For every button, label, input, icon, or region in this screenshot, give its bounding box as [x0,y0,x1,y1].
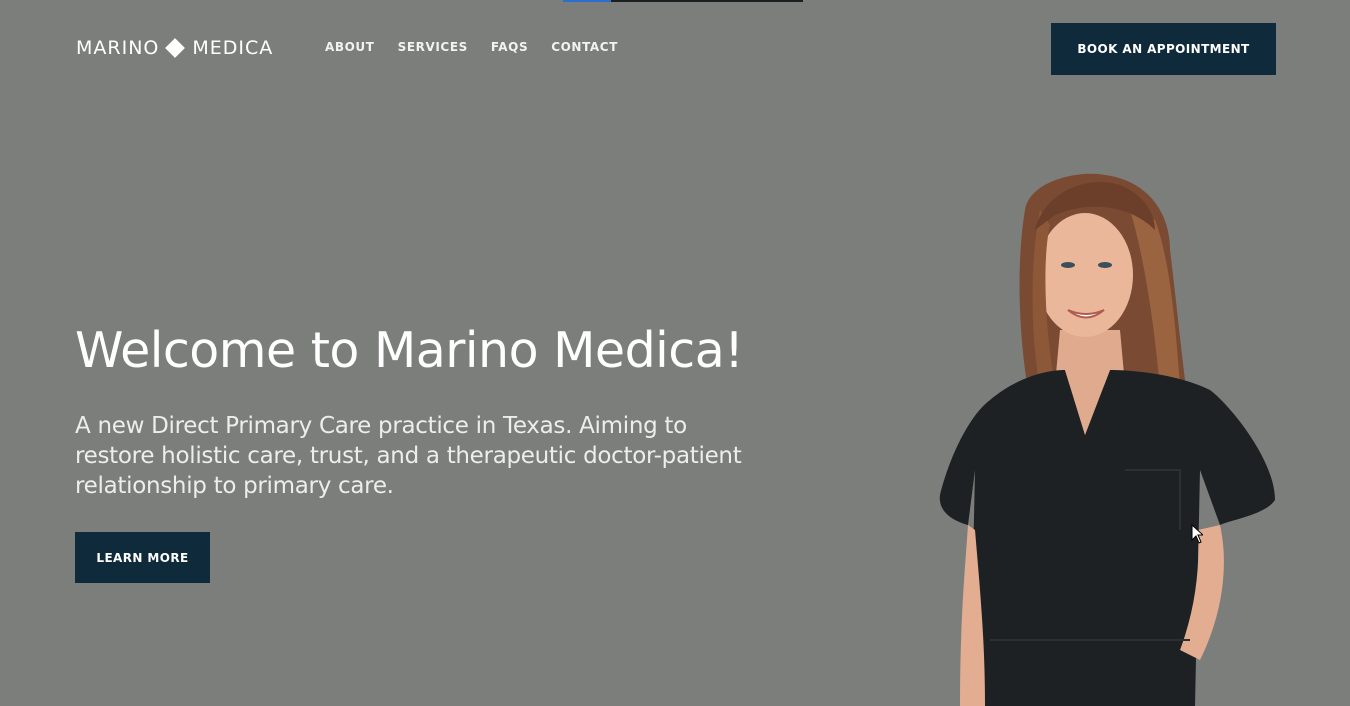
left-eye [1061,262,1075,268]
hero-subtitle: A new Direct Primary Care practice in Te… [75,413,742,499]
nav-item-about[interactable]: ABOUT [325,40,375,54]
hero-title: Welcome to Marino Medica! [75,322,744,379]
doctor-photo [939,173,1275,706]
mouse-cursor-icon [1191,524,1203,544]
right-eye [1098,262,1112,268]
main-nav: ABOUT SERVICES FAQS CONTACT [325,40,618,54]
nav-item-services[interactable]: SERVICES [398,40,468,54]
page: MARINO MEDICA ABOUT SERVICES FAQS CONTAC… [0,0,1350,706]
brand-logo[interactable]: MARINO MEDICA [76,36,273,60]
learn-more-button[interactable]: LEARN MORE [75,532,210,583]
progress-fill [563,0,611,2]
brand-name-right: MEDICA [192,37,274,59]
brand-name-left: MARINO [76,37,160,59]
page-load-progress-bar [563,0,803,2]
nav-item-faqs[interactable]: FAQS [491,40,528,54]
nav-item-contact[interactable]: CONTACT [551,40,618,54]
book-appointment-button[interactable]: BOOK AN APPOINTMENT [1051,23,1276,75]
scrubs-top [939,370,1275,706]
diamond-icon [165,38,186,58]
